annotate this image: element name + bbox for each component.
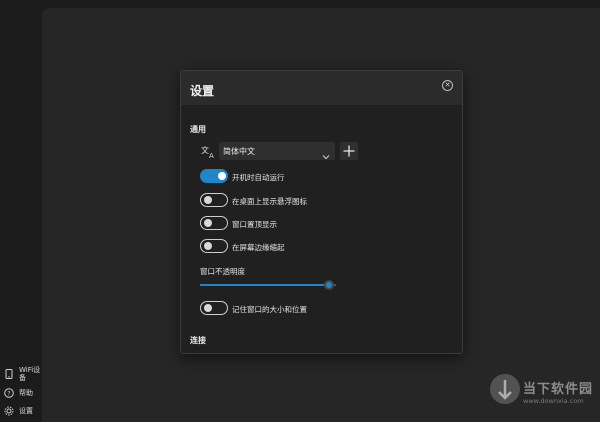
toggle-always-on-top[interactable] (200, 216, 228, 230)
watermark-url: www.downxia.com (523, 397, 584, 405)
toggle-label-edge-collapse: 在屏幕边缘缩起 (232, 243, 285, 252)
toggle-label-floating-icon: 在桌面上显示悬浮图标 (232, 197, 307, 206)
plus-icon (343, 145, 355, 157)
language-select[interactable]: 简体中文 (219, 142, 335, 160)
close-icon[interactable]: ✕ (442, 80, 453, 91)
toggle-knob (204, 242, 212, 250)
dialog-header: 设置 ✕ (181, 71, 462, 105)
watermark-logo (490, 374, 520, 404)
sidebar-item-settings[interactable]: 设置 (4, 406, 33, 416)
opacity-slider[interactable] (200, 278, 336, 292)
opacity-label: 窗口不透明度 (200, 267, 245, 276)
language-select-value: 简体中文 (223, 147, 255, 156)
toggle-knob (218, 172, 226, 180)
section-title-connect: 连接 (190, 336, 206, 345)
phone-icon (4, 369, 14, 379)
settings-dialog: 设置 ✕ 通用 文 A 简体中文 开机时自动运行 在桌面上显示悬浮图标 窗口置顶… (180, 70, 463, 354)
toggle-floating-icon[interactable] (200, 193, 228, 207)
svg-text:A: A (209, 152, 214, 159)
toggle-autostart[interactable] (200, 169, 228, 183)
toggle-edge-collapse[interactable] (200, 239, 228, 253)
translate-icon: 文 A (201, 144, 217, 160)
watermark: 当下软件园 www.downxia.com (490, 374, 596, 414)
toggle-knob (204, 304, 212, 312)
chevron-down-icon (322, 146, 330, 160)
toggle-label-autostart: 开机时自动运行 (232, 173, 285, 182)
svg-text:文: 文 (201, 145, 209, 155)
dialog-title: 设置 (190, 84, 215, 98)
sidebar-item-label: WiFi设备 (19, 366, 41, 382)
svg-text:?: ? (7, 389, 10, 397)
help-icon: ? (4, 388, 14, 398)
slider-fill (200, 284, 330, 286)
sidebar-item-label: 设置 (19, 407, 33, 415)
section-title-general: 通用 (190, 125, 206, 134)
toggle-knob (204, 196, 212, 204)
toggle-label-always-on-top: 窗口置顶显示 (232, 220, 277, 229)
sidebar-item-label: 帮助 (19, 389, 33, 397)
sidebar-item-wifi-devices[interactable]: WiFi设备 (4, 366, 41, 382)
sidebar-item-help[interactable]: ? 帮助 (4, 388, 33, 398)
left-rail: WiFi设备 ? 帮助 设置 (0, 0, 42, 422)
gear-icon (4, 406, 14, 416)
toggle-remember-window[interactable] (200, 301, 228, 315)
toggle-knob (204, 219, 212, 227)
toggle-label-remember-window: 记住窗口的大小和位置 (232, 305, 307, 314)
watermark-text: 当下软件园 (523, 382, 594, 397)
add-language-button[interactable] (340, 142, 358, 160)
slider-thumb[interactable] (324, 280, 335, 290)
